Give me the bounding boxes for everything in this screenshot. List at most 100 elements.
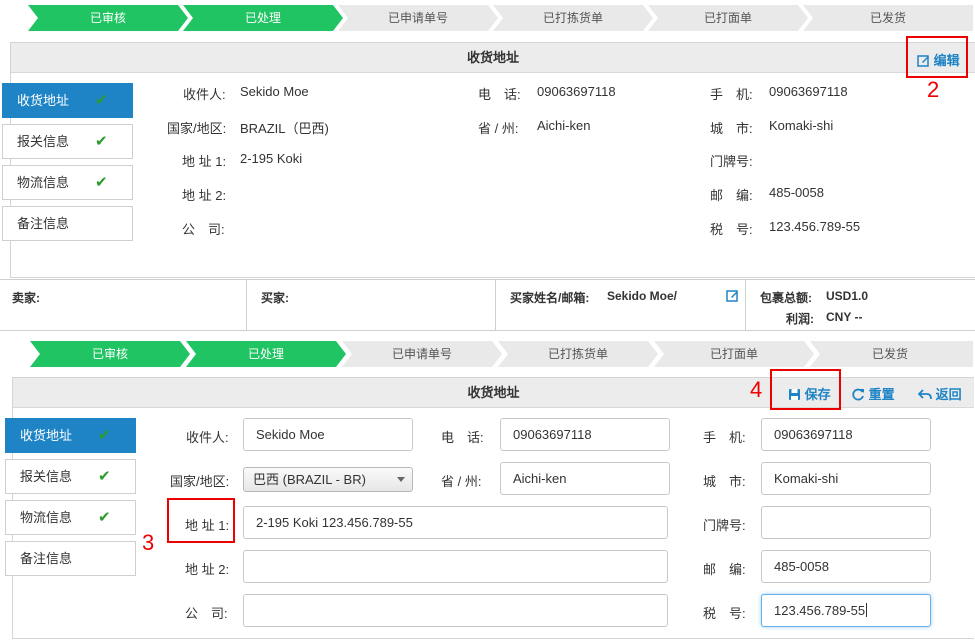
step-processed: 已处理	[244, 11, 281, 25]
check-icon: ✔	[98, 468, 111, 485]
zip-label: 邮 编:	[703, 562, 746, 577]
province-value: Aichi-ken	[537, 118, 591, 133]
step-reviewed: 已审核	[91, 347, 128, 361]
back-label: 返回	[935, 387, 962, 402]
refresh-icon	[852, 388, 864, 401]
check-icon: ✔	[98, 509, 111, 526]
reset-label: 重置	[868, 387, 895, 402]
progress-steps-bottom: 已审核 已处理 已申请单号 已打拣货单 已打面单 已发货	[30, 341, 973, 367]
sidebar-item-logistics[interactable]: 物流信息 ✔	[5, 500, 136, 535]
tax-id-label: 税 号:	[703, 606, 746, 621]
phone-label: 电 话:	[441, 430, 484, 445]
shipping-address-panel-view: 收货地址	[10, 42, 975, 278]
step-tracking-requested: 已申请单号	[391, 347, 452, 361]
back-arrow-icon	[917, 389, 932, 400]
recipient-label: 收件人:	[186, 430, 229, 445]
sidebar-item-label: 物流信息	[20, 510, 73, 525]
sidebar-item-shipping-address[interactable]: 收货地址 ✔	[2, 83, 133, 118]
seller-label: 卖家:	[12, 291, 40, 305]
mobile-label: 手 机:	[703, 430, 746, 445]
phone-value: 09063697118	[537, 84, 616, 99]
panel-header: 收货地址	[11, 43, 975, 73]
step-picklist-printed: 已打拣货单	[542, 11, 603, 25]
profit-label: 利润:	[786, 312, 814, 326]
sidebar-item-label: 收货地址	[20, 428, 73, 443]
buyer-name-cell: 买家姓名/邮箱: Sekido Moe/	[496, 280, 746, 330]
tax-id-label: 税 号:	[710, 222, 753, 237]
company-input[interactable]	[243, 594, 668, 627]
sidebar-item-label: 收货地址	[17, 93, 70, 108]
sidebar-item-customs[interactable]: 报关信息 ✔	[2, 124, 133, 159]
sidebar-item-notes[interactable]: 备注信息	[2, 206, 133, 241]
company-label: 公 司:	[185, 606, 228, 621]
tax-id-input[interactable]: 123.456.789-55	[761, 594, 931, 627]
country-label: 国家/地区:	[170, 474, 230, 489]
buyer-name-label: 买家姓名/邮箱:	[510, 291, 590, 305]
mobile-label: 手 机:	[710, 87, 753, 102]
check-icon: ✔	[95, 92, 108, 109]
address2-label: 地 址 2:	[185, 562, 230, 577]
buyer-label: 买家:	[261, 291, 289, 305]
country-select[interactable]: 巴西 (BRAZIL - BR)	[243, 467, 413, 492]
recipient-label: 收件人:	[183, 87, 226, 102]
progress-steps-top: 已审核 已处理 已申请单号 已打拣货单 已打面单 已发货	[28, 5, 973, 31]
sidebar-item-logistics[interactable]: 物流信息 ✔	[2, 165, 133, 200]
house-number-label: 门牌号:	[703, 518, 746, 533]
address1-value: 2-195 Koki	[240, 151, 303, 166]
buyer-name-value: Sekido Moe/	[607, 289, 678, 303]
sidebar-item-label: 报关信息	[20, 469, 73, 484]
step-label-printed: 已打面单	[703, 11, 752, 25]
annotation-4: 4	[750, 377, 763, 402]
sidebar-item-label: 报关信息	[17, 134, 70, 149]
house-number-label: 门牌号:	[710, 154, 753, 169]
sidebar-item-customs[interactable]: 报关信息 ✔	[5, 459, 136, 494]
country-value: BRAZIL（巴西)	[240, 121, 329, 136]
order-info-bar: 卖家: 买家: 买家姓名/邮箱: Sekido Moe/ 包裹总额: USD1.…	[0, 279, 975, 331]
mobile-value: 09063697118	[769, 84, 848, 99]
text-cursor	[866, 603, 868, 617]
house-number-input[interactable]	[761, 506, 931, 539]
check-icon: ✔	[95, 133, 108, 150]
check-icon: ✔	[95, 174, 108, 191]
zip-label: 邮 编:	[710, 188, 753, 203]
buyer-cell: 买家:	[247, 280, 496, 330]
zip-input[interactable]: 485-0058	[761, 550, 931, 583]
annotation-2: 2	[927, 77, 940, 102]
chevron-down-icon	[397, 477, 405, 482]
country-label: 国家/地区:	[167, 121, 227, 136]
check-icon: ✔	[98, 427, 111, 444]
sidebar-item-notes[interactable]: 备注信息	[5, 541, 136, 576]
annotation-3: 3	[142, 530, 155, 555]
step-processed: 已处理	[247, 347, 284, 361]
sidebar-item-label: 备注信息	[20, 551, 73, 566]
city-value: Komaki-shi	[769, 118, 834, 133]
step-reviewed: 已审核	[89, 11, 126, 25]
annotation-box-edit	[906, 36, 968, 78]
province-label: 省 / 州:	[441, 474, 482, 489]
total-label: 包裹总额:	[760, 291, 812, 305]
city-label: 城 市:	[703, 474, 746, 489]
province-input[interactable]: Aichi-ken	[500, 462, 670, 495]
sidebar-item-shipping-address[interactable]: 收货地址 ✔	[5, 418, 136, 453]
address2-input[interactable]	[243, 550, 668, 583]
tax-id-value: 123.456.789-55	[769, 219, 861, 234]
phone-label: 电 话:	[478, 87, 521, 102]
edit-buyer-icon[interactable]	[726, 289, 739, 302]
mobile-input[interactable]: 09063697118	[761, 418, 931, 451]
phone-input[interactable]: 09063697118	[500, 418, 670, 451]
step-label-printed: 已打面单	[709, 347, 758, 361]
city-input[interactable]: Komaki-shi	[761, 462, 931, 495]
address1-label: 地 址 1:	[185, 518, 230, 533]
step-shipped: 已发货	[871, 347, 908, 361]
seller-cell: 卖家:	[0, 280, 247, 330]
step-picklist-printed: 已打拣货单	[547, 347, 608, 361]
back-button[interactable]: 返回	[917, 384, 962, 403]
zip-value: 485-0058	[769, 185, 824, 200]
address1-input[interactable]: 2-195 Koki 123.456.789-55	[243, 506, 668, 539]
tax-id-input-text: 123.456.789-55	[774, 603, 866, 618]
total-value: USD1.0	[826, 289, 869, 303]
totals-cell: 包裹总额: USD1.0 利润: CNY --	[746, 280, 975, 330]
recipient-input[interactable]: Sekido Moe	[243, 418, 413, 451]
reset-button[interactable]: 重置	[852, 384, 895, 403]
sidebar-item-label: 物流信息	[17, 175, 70, 190]
